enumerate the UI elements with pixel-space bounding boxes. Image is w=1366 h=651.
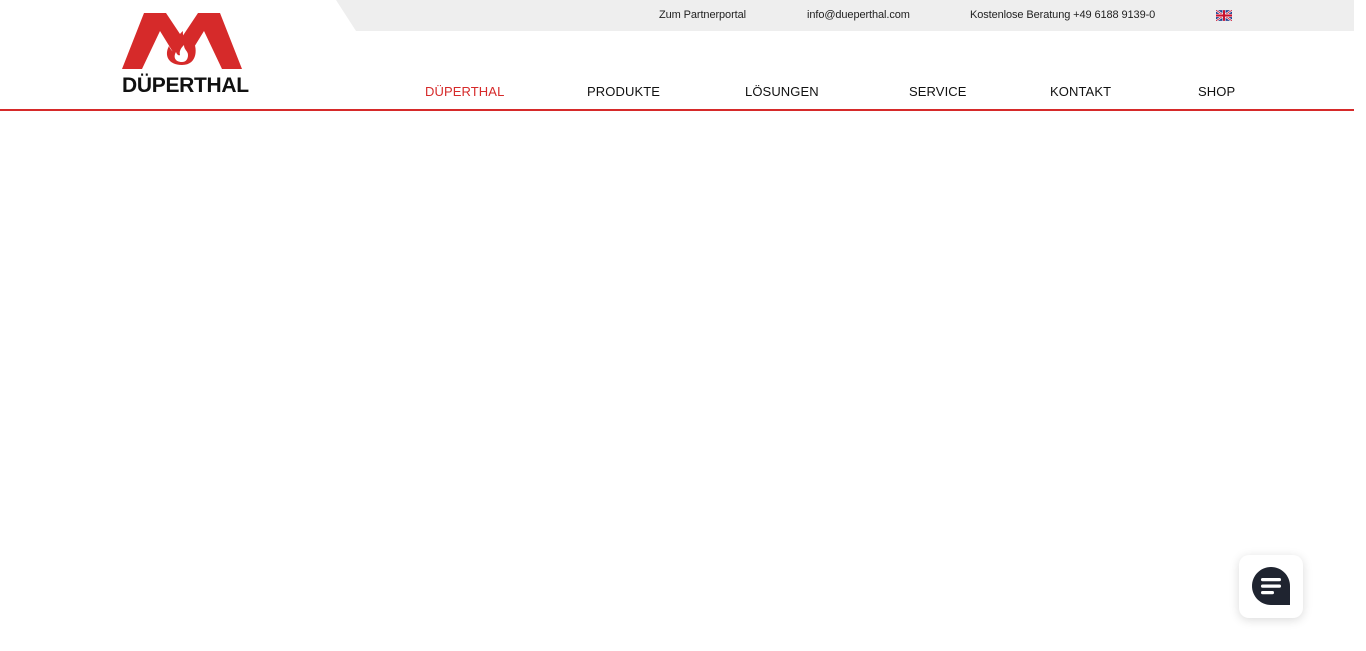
nav-item-losungen[interactable]: LÖSUNGEN <box>745 84 819 99</box>
nav-item-service[interactable]: SERVICE <box>909 84 967 99</box>
chat-icon <box>1252 567 1290 605</box>
chat-button[interactable] <box>1239 555 1303 618</box>
logo[interactable]: DÜPERTHAL <box>122 13 249 99</box>
main-content <box>0 111 1366 651</box>
uk-flag-icon[interactable] <box>1216 10 1232 21</box>
logo-wordmark: DÜPERTHAL <box>122 74 249 97</box>
partner-portal-link[interactable]: Zum Partnerportal <box>659 9 746 21</box>
email-link[interactable]: info@dueperthal.com <box>807 9 910 21</box>
nav-item-shop[interactable]: SHOP <box>1198 84 1235 99</box>
nav-item-produkte[interactable]: PRODUKTE <box>587 84 660 99</box>
nav-item-kontakt[interactable]: KONTAKT <box>1050 84 1111 99</box>
page: Zum Partnerportal info@dueperthal.com Ko… <box>0 0 1366 651</box>
nav-item-duperthal[interactable]: DÜPERTHAL <box>425 84 504 99</box>
phone-link[interactable]: Kostenlose Beratung +49 6188 9139-0 <box>970 9 1155 21</box>
flame-logo-icon <box>122 13 242 69</box>
